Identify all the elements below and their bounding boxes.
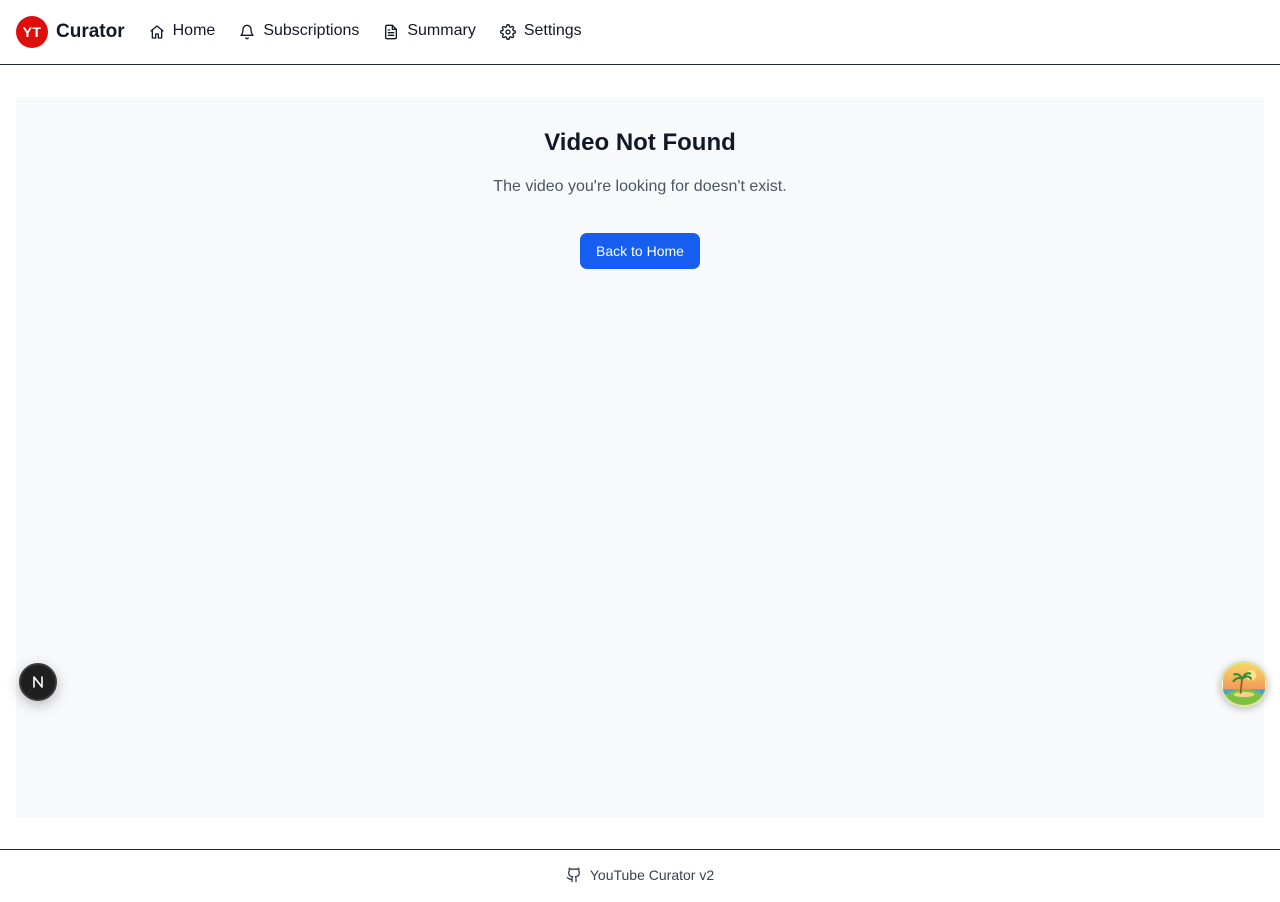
github-icon [566, 867, 580, 883]
document-icon [385, 24, 398, 40]
nav-summary[interactable]: Summary [383, 15, 476, 47]
not-found-panel: Video Not Found The video you're looking… [16, 97, 1264, 817]
island-avatar-icon [1223, 663, 1265, 705]
nav-settings[interactable]: Settings [499, 15, 582, 47]
bell-icon [240, 24, 254, 40]
page-title: Video Not Found [544, 129, 736, 156]
brand-logo[interactable]: YT Curator [16, 16, 125, 48]
brand-badge: YT [16, 16, 48, 48]
footer-text: YouTube Curator v2 [589, 867, 715, 883]
footer-link[interactable]: YouTube Curator v2 [566, 867, 714, 883]
nav-summary-label: Summary [407, 22, 476, 39]
brand-name: Curator [56, 21, 125, 42]
gear-icon [499, 24, 516, 40]
nextjs-logo-icon [33, 676, 43, 688]
assistant-avatar-button[interactable] [1220, 661, 1268, 707]
home-icon [149, 25, 164, 39]
nav-settings-label: Settings [523, 22, 582, 39]
nav-home-label: Home [172, 22, 216, 39]
nav-subscriptions-label: Subscriptions [263, 22, 360, 39]
nav-subscriptions[interactable]: Subscriptions [239, 15, 359, 47]
devtools-toggle-button[interactable] [19, 663, 57, 701]
nav-home[interactable]: Home [149, 15, 216, 47]
top-navbar: YT Curator Home Subscriptions Summary Se… [0, 0, 1280, 65]
not-found-message: The video you're looking for doesn't exi… [493, 178, 787, 195]
back-to-home-button[interactable]: Back to Home [580, 233, 700, 269]
page-footer: YouTube Curator v2 [0, 849, 1280, 902]
